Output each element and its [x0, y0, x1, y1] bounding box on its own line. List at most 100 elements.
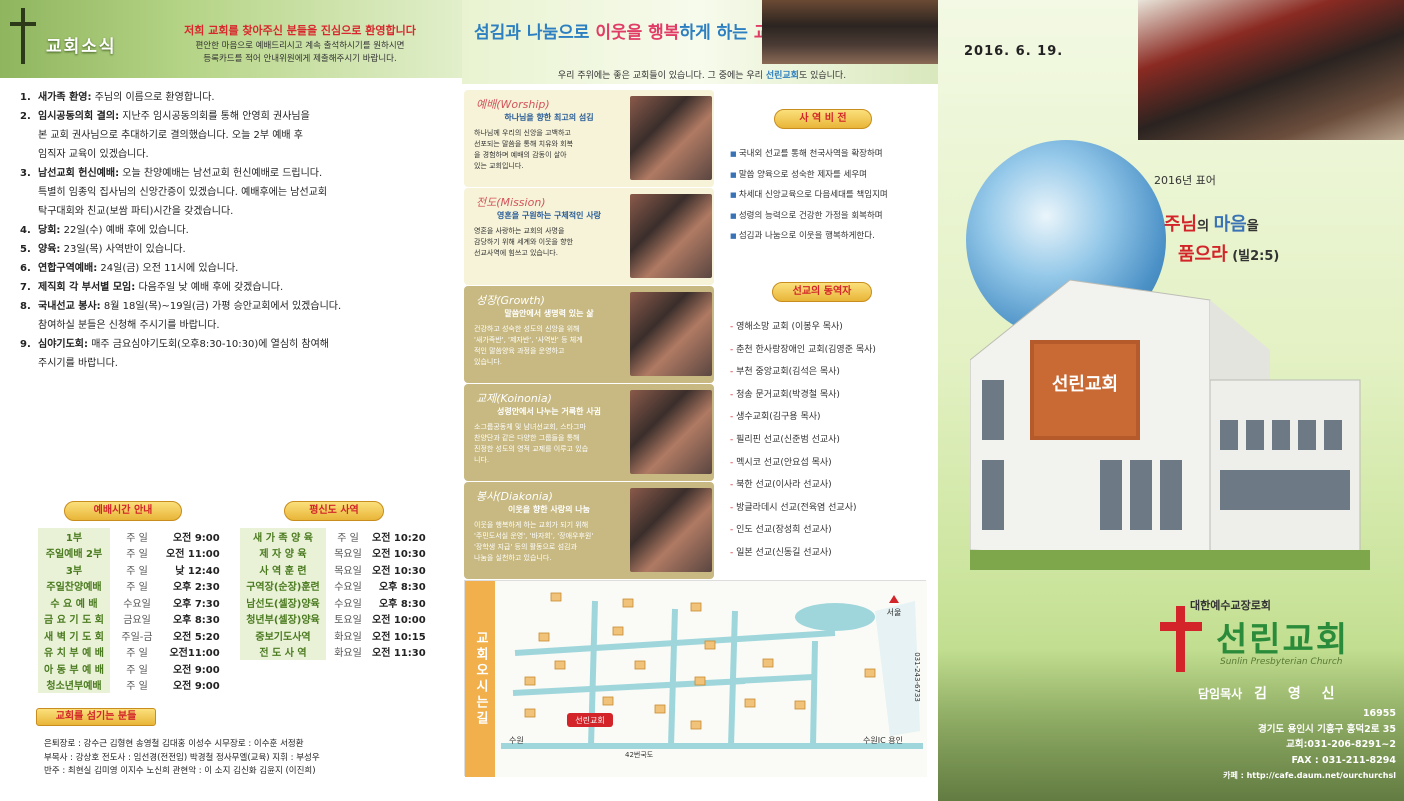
- notice-number: 5.: [20, 244, 31, 255]
- notice-number: 8.: [20, 301, 31, 312]
- schedule-row: 중보기도사역 화요일 오전 10:15: [240, 627, 428, 644]
- motto-verse: (빌2:5): [1227, 249, 1280, 264]
- schedule-name: 사 역 훈 련: [240, 561, 326, 578]
- map-area: 선린교회 수원 42번국도 수원IC 용인 서울 031-243-6733: [495, 581, 927, 777]
- schedule-row: 아 동 부 예 배 주 일 오전 9:00: [38, 660, 222, 677]
- staff-line: 부목사 : 강상호 전도사 : 임선경(전전임) 박경철 정사무엘(교육) 지휘…: [44, 752, 320, 763]
- notice-body: 지난주 임시공동의회를 통해 안영희 권사님을: [122, 111, 310, 122]
- schedule-time: 오전 10:30: [372, 549, 426, 561]
- ministry-desc-line: 선교사역에 힘쓰고 있습니다.: [474, 249, 558, 257]
- schedule-time: 오전 10:00: [372, 615, 426, 627]
- schedule-time: 오후 8:30: [378, 598, 426, 610]
- contact-info: 16955 경기도 용인시 기흥구 흥덕2로 35 교회:031-206-829…: [1164, 706, 1396, 784]
- schedule-name: 수 요 예 배: [38, 594, 110, 611]
- schedule-time: 오전 9:00: [172, 681, 220, 693]
- ministry-desc-line: 찬양단과 같은 다양한 그룹들을 통해: [474, 434, 580, 442]
- schedule-day: 목요일: [334, 565, 362, 577]
- mission-partner: 방글라데시 선교(전육염 선교사): [730, 497, 936, 520]
- title-part: 섬김과 나눔으로: [474, 23, 596, 43]
- notice-text: 남선교회 헌신예배: 오늘 찬양예배는 남선교회 헌신예배로 드립니다.: [38, 164, 322, 183]
- schedule-time: 오전11:00: [169, 648, 220, 660]
- church-building-image: 선린교회: [970, 279, 1370, 570]
- ministry-photo: [630, 292, 712, 376]
- schedule-row: 사 역 훈 련 목요일 오전 10:30: [240, 561, 428, 578]
- schedule-name: 새 가 족 양 육: [240, 528, 326, 545]
- notice-item: 9. 심야기도회: 매주 금요심야기도회(오후8:30-10:30)에 열심히 참…: [20, 335, 440, 354]
- notice-number: [20, 183, 38, 202]
- notice-number: 4.: [20, 225, 31, 236]
- schedule-name: 청년부(셀장)양육: [240, 610, 326, 627]
- schedule-day: 주 일: [126, 681, 148, 693]
- schedule-time: 오후 8:30: [172, 615, 220, 627]
- notice-heading: 연합구역예배:: [38, 263, 98, 274]
- notice-body: 본 교회 권사님으로 추대하기로 결의했습니다. 오늘 2부 예배 후: [38, 130, 303, 141]
- schedule-day: 주 일: [126, 648, 148, 660]
- ministry-subtitle: 영혼을 구원하는 구체적인 사랑: [496, 211, 602, 220]
- ministry-desc-line: 있습니다.: [474, 358, 502, 366]
- schedule-name: 1부: [38, 528, 110, 545]
- notice-item: 임직자 교육이 있겠습니다.: [20, 145, 440, 164]
- notice-number: [20, 145, 38, 164]
- motto-part: 마음: [1213, 214, 1247, 235]
- missions-header: 선교의 동역자: [772, 282, 872, 302]
- schedule-name: 중보기도사역: [240, 627, 326, 644]
- schedule-day: 주일-금: [121, 631, 153, 643]
- ministry-desc-line: 나눔을 실천하고 있습니다.: [474, 554, 552, 562]
- training-schedule-header: 평신도 사역: [284, 501, 384, 521]
- directions-map: 교회오시는길 선린교회 수원 42번국도 수원IC 용인 서울 031-243-…: [464, 580, 927, 777]
- schedule-row: 금 요 기 도 회 금요일 오후 8:30: [38, 610, 222, 627]
- notice-body: 22일(수) 예배 후에 있습니다.: [63, 225, 189, 236]
- notice-number: [20, 316, 38, 335]
- notice-text: 특별히 임종익 집사님의 신앙간증이 있겠습니다. 예배후에는 남선교회: [38, 183, 327, 202]
- cafe-link[interactable]: 카페 : http://cafe.daum.net/ourchurchsl: [1164, 768, 1396, 784]
- notice-body: 주님의 이름으로 환영합니다.: [94, 92, 215, 103]
- church-name: 선린교회: [1216, 620, 1350, 660]
- motto-part: 품으라: [1178, 244, 1228, 265]
- notice-number: 6.: [20, 263, 31, 274]
- schedule-day: 수요일: [334, 598, 362, 610]
- news-title: 교회소식: [46, 37, 117, 57]
- notice-body: 24일(금) 오전 11시에 있습니다.: [100, 263, 239, 274]
- map-ic-label: 수원IC 용인: [863, 735, 903, 745]
- ministry-title: 교제(Koinonia): [476, 392, 552, 405]
- ministry-desc-line: '장학생 지급' 등의 활동으로 섬김과: [474, 543, 577, 551]
- motto-line-2: 품으라 (빌2:5): [1178, 240, 1279, 266]
- notice-number: 7.: [20, 282, 31, 293]
- ministry-subtitle: 하나님을 향한 최고의 섬김: [504, 113, 594, 122]
- schedule-day: 금요일: [123, 615, 151, 627]
- notice-text: 참여하실 분들은 신청해 주시기를 바랍니다.: [38, 316, 220, 335]
- mission-partner: 인도 선교(장성희 선교사): [730, 519, 936, 542]
- notice-heading: 남선교회 헌신예배:: [38, 168, 120, 179]
- notice-heading: 당회:: [38, 225, 61, 236]
- schedule-day: 주 일: [126, 582, 148, 594]
- news-header: 교회소식 저희 교회를 찾아주신 분들을 진심으로 환영합니다 편안한 마음으로…: [0, 0, 462, 78]
- ministry-desc-line: 을 경험하며 예배의 감동이 살아: [474, 151, 567, 159]
- mission-partner: 춘천 한사랑장애인 교회(김영준 목사): [730, 339, 936, 362]
- notice-item: 6. 연합구역예배: 24일(금) 오전 11시에 있습니다.: [20, 259, 440, 278]
- ministry-description: 영혼을 사랑하는 교회의 사명을 감당하기 위해 세계와 이웃을 향한 선교사역에 …: [474, 226, 624, 259]
- schedule-name: 제 자 양 육: [240, 544, 326, 561]
- ministry-photo: [630, 96, 712, 180]
- congregation-photo: [762, 0, 938, 64]
- mission-partner: 청송 문거교회(박경철 목사): [730, 384, 936, 407]
- vision-list: 국내외 선교를 통해 천국사역을 확장하며말씀 양육으로 성숙한 제자를 세우며…: [730, 144, 936, 247]
- notice-body: 임직자 교육이 있겠습니다.: [38, 149, 149, 160]
- schedule-day: 목요일: [334, 549, 362, 561]
- notice-item: 1. 새가족 환영: 주님의 이름으로 환영합니다.: [20, 88, 440, 107]
- schedule-day: 수요일: [334, 582, 362, 594]
- panel-cover: 2016. 6. 19. 선린교회 2016년 표어 주님의 마음을 품으라 (…: [938, 0, 1404, 801]
- fax: FAX : 031-211-8294: [1291, 754, 1396, 766]
- panel-news: 교회소식 저희 교회를 찾아주신 분들을 진심으로 환영합니다 편안한 마음으로…: [0, 0, 462, 801]
- notice-body: 8월 18일(목)~19일(금) 가평 승안교회에서 있겠습니다.: [103, 301, 342, 312]
- ministry-subtitle: 이웃을 향한 사랑의 나눔: [508, 505, 590, 514]
- schedule-name: 금 요 기 도 회: [38, 610, 110, 627]
- schedule-name: 전 도 사 역: [240, 643, 326, 660]
- ministry-photo: [630, 390, 712, 474]
- ministry-subtitle: 성령안에서 나누는 거룩한 사귐: [496, 407, 602, 416]
- notice-text: 당회: 22일(수) 예배 후에 있습니다.: [38, 221, 189, 240]
- motto-part: 을: [1246, 219, 1259, 234]
- schedule-time: 오전 11:30: [372, 648, 426, 660]
- schedule-day: 수요일: [123, 598, 151, 610]
- welcome-line: 편안한 마음으로 예배드리시고 계속 출석하시기를 원하시면: [195, 41, 405, 51]
- notice-text: 국내선교 봉사: 8월 18일(목)~19일(금) 가평 승안교회에서 있겠습니…: [38, 297, 341, 316]
